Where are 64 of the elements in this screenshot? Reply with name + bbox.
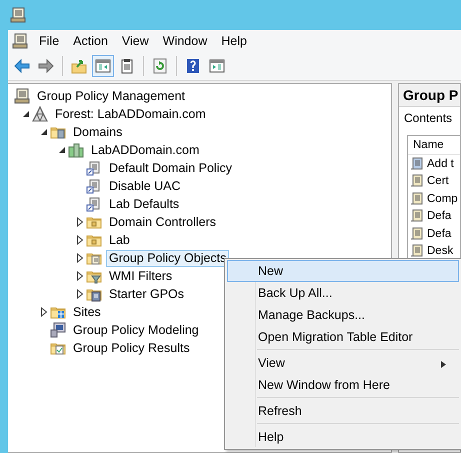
clipboard-icon — [119, 58, 135, 74]
forward-arrow-icon — [38, 58, 54, 74]
console-icon — [14, 88, 30, 104]
expanded-arrow-icon[interactable] — [58, 146, 66, 154]
menu-item[interactable]: Back Up All... — [227, 282, 459, 304]
app-icon — [10, 7, 26, 23]
tree-item[interactable]: Domains — [70, 124, 126, 140]
list-item[interactable]: Add t — [427, 158, 454, 170]
menu-item[interactable]: Open Migration Table Editor — [227, 326, 459, 348]
tab[interactable]: Contents — [402, 111, 454, 127]
tree-item[interactable]: LabADDomain.com — [88, 142, 202, 158]
tree-item[interactable]: Lab — [106, 232, 133, 248]
expanded-arrow-icon[interactable] — [40, 128, 48, 136]
folder-up-icon — [71, 58, 87, 74]
refresh-icon — [152, 58, 168, 74]
menu-item[interactable]: New — [227, 260, 459, 282]
menu-item[interactable]: Help — [214, 34, 254, 48]
list-item[interactable]: Desk — [427, 245, 454, 258]
column-header[interactable]: Name — [408, 136, 460, 155]
help-icon — [185, 58, 201, 74]
document-link-icon — [86, 196, 102, 212]
back-arrow-icon — [14, 58, 30, 74]
list-item[interactable]: Comp — [427, 192, 458, 205]
tree-item[interactable]: Domain Controllers — [106, 214, 219, 230]
document-link-icon — [86, 178, 102, 194]
pane-icon — [95, 58, 111, 74]
tree-item[interactable]: Sites — [70, 304, 104, 320]
pane-icon — [209, 58, 225, 74]
tree-item[interactable]: Lab Defaults — [106, 196, 182, 212]
menu-item[interactable]: File — [32, 34, 66, 48]
collapsed-arrow-icon[interactable] — [40, 307, 48, 317]
collapsed-arrow-icon[interactable] — [76, 289, 84, 299]
tree-item[interactable]: Disable UAC — [106, 178, 184, 194]
collapsed-arrow-icon[interactable] — [76, 217, 84, 227]
tree-item[interactable]: Group Policy Results — [70, 340, 193, 356]
collapsed-arrow-icon[interactable] — [76, 253, 84, 263]
tree-item[interactable]: Starter GPOs — [106, 286, 188, 302]
menu-item[interactable]: Action — [66, 34, 115, 48]
tree-item[interactable]: WMI Filters — [106, 268, 176, 284]
menu-item[interactable]: Window — [156, 34, 214, 48]
tree-item[interactable]: Default Domain Policy — [106, 160, 235, 176]
console-icon[interactable] — [12, 33, 28, 49]
list-item[interactable]: Cert — [427, 175, 449, 188]
computer-icon — [50, 322, 66, 338]
menu-item[interactable]: New Window from Here — [227, 374, 459, 396]
menu-item[interactable]: Help — [227, 426, 459, 448]
toolbar-button[interactable] — [92, 55, 114, 77]
tree-item[interactable]: Group Policy Objects — [106, 250, 230, 266]
document-link-icon — [86, 160, 102, 176]
list-item[interactable]: Defa — [427, 210, 452, 222]
pane-title: Group P — [399, 84, 460, 107]
menu-item[interactable]: Manage Backups... — [227, 304, 459, 326]
tree-item[interactable]: Forest: LabADDomain.com — [52, 106, 209, 122]
menu-item[interactable]: Refresh — [227, 400, 459, 422]
expanded-arrow-icon[interactable] — [22, 110, 30, 118]
collapsed-arrow-icon[interactable] — [76, 271, 84, 281]
servers-icon — [68, 142, 84, 158]
menu-item[interactable]: View — [114, 34, 156, 48]
tree-item[interactable]: Group Policy Modeling — [70, 322, 202, 338]
collapsed-arrow-icon[interactable] — [76, 235, 84, 245]
tree-item[interactable]: Group Policy Management — [34, 88, 188, 104]
list-item[interactable]: Defa — [427, 228, 452, 240]
menu-item[interactable]: View — [227, 352, 459, 374]
triangle-icon — [32, 106, 48, 122]
